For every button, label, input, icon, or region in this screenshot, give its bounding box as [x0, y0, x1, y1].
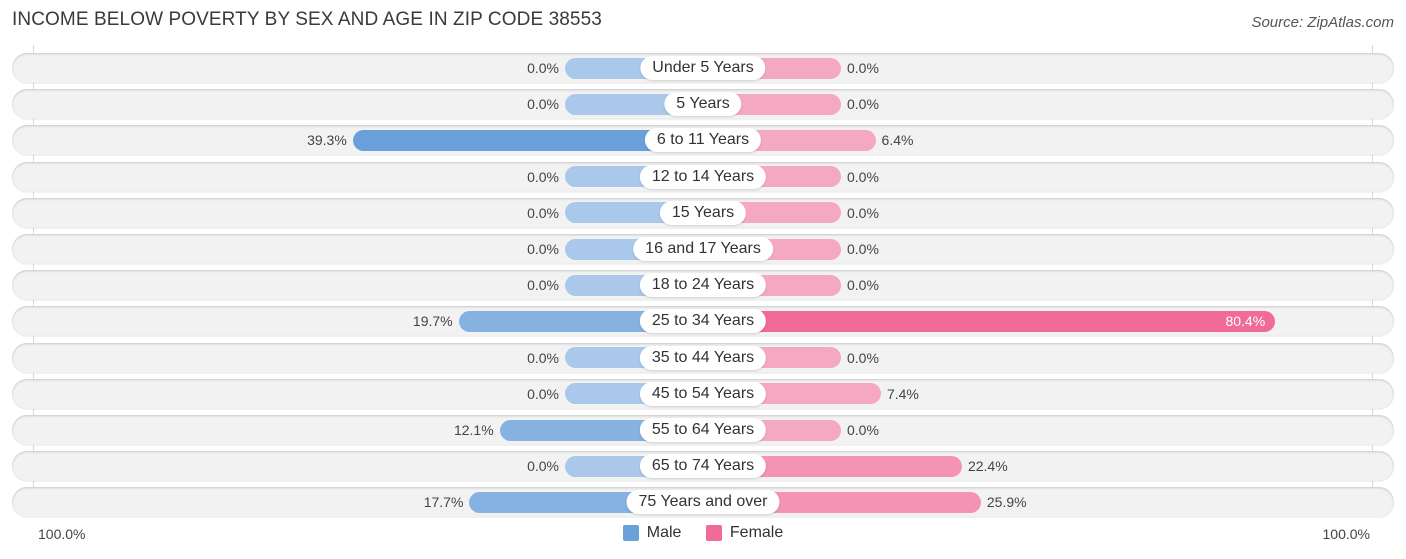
category-label: 18 to 24 Years	[639, 273, 767, 298]
legend-item-male: Male	[622, 524, 682, 542]
category-label: 5 Years	[664, 92, 742, 117]
value-label-female: 22.4%	[967, 458, 1008, 475]
value-label-female: 0.0%	[847, 277, 879, 294]
value-label-female: 0.0%	[847, 204, 879, 221]
value-label-female: 6.4%	[881, 132, 914, 149]
category-label: 55 to 64 Years	[639, 418, 767, 442]
value-label-female: 7.4%	[886, 385, 919, 402]
legend-swatch-male	[622, 525, 639, 541]
category-label: 65 to 74 Years	[639, 454, 767, 479]
category-label: 25 to 34 Years	[639, 309, 767, 334]
value-label-male: 39.3%	[307, 132, 347, 149]
category-label: 35 to 44 Years	[639, 345, 767, 370]
value-label-female: 0.0%	[847, 349, 879, 366]
value-label-male: 0.0%	[527, 168, 559, 185]
value-label-female: 0.0%	[847, 241, 879, 257]
value-label-male: 17.7%	[423, 494, 464, 511]
value-label-female: 0.0%	[847, 60, 879, 76]
legend-label-male: Male	[646, 524, 682, 541]
value-label-female: 25.9%	[986, 494, 1027, 511]
value-label-male: 0.0%	[527, 60, 559, 76]
chart-title: INCOME BELOW POVERTY BY SEX AND AGE IN Z…	[12, 9, 602, 30]
category-label: 75 Years and over	[626, 490, 780, 515]
value-label-male: 19.7%	[412, 313, 453, 330]
legend-swatch-female	[705, 525, 722, 541]
value-label-male: 0.0%	[527, 349, 559, 366]
value-label-female: 80.4%	[1225, 313, 1266, 330]
category-label: 45 to 54 Years	[639, 381, 767, 406]
bar-female	[703, 310, 1276, 332]
value-label-male: 12.1%	[453, 422, 494, 438]
category-label: Under 5 Years	[640, 56, 766, 80]
legend-label-female: Female	[729, 524, 784, 541]
value-label-female: 0.0%	[847, 168, 879, 185]
value-label-male: 0.0%	[527, 458, 559, 475]
category-label: 6 to 11 Years	[644, 128, 762, 153]
value-label-female: 0.0%	[847, 96, 879, 113]
legend: Male Female	[0, 524, 1406, 546]
category-label: 16 and 17 Years	[633, 237, 773, 261]
value-label-male: 0.0%	[527, 385, 559, 402]
value-label-male: 0.0%	[527, 96, 559, 113]
value-label-female: 0.0%	[847, 422, 879, 438]
value-label-male: 0.0%	[527, 204, 559, 221]
legend-item-female: Female	[705, 524, 784, 542]
value-label-male: 0.0%	[527, 277, 559, 294]
value-label-male: 0.0%	[527, 241, 559, 257]
category-label: 12 to 14 Years	[639, 164, 767, 189]
category-label: 15 Years	[659, 200, 747, 225]
source-label: Source: ZipAtlas.com	[1251, 14, 1394, 31]
